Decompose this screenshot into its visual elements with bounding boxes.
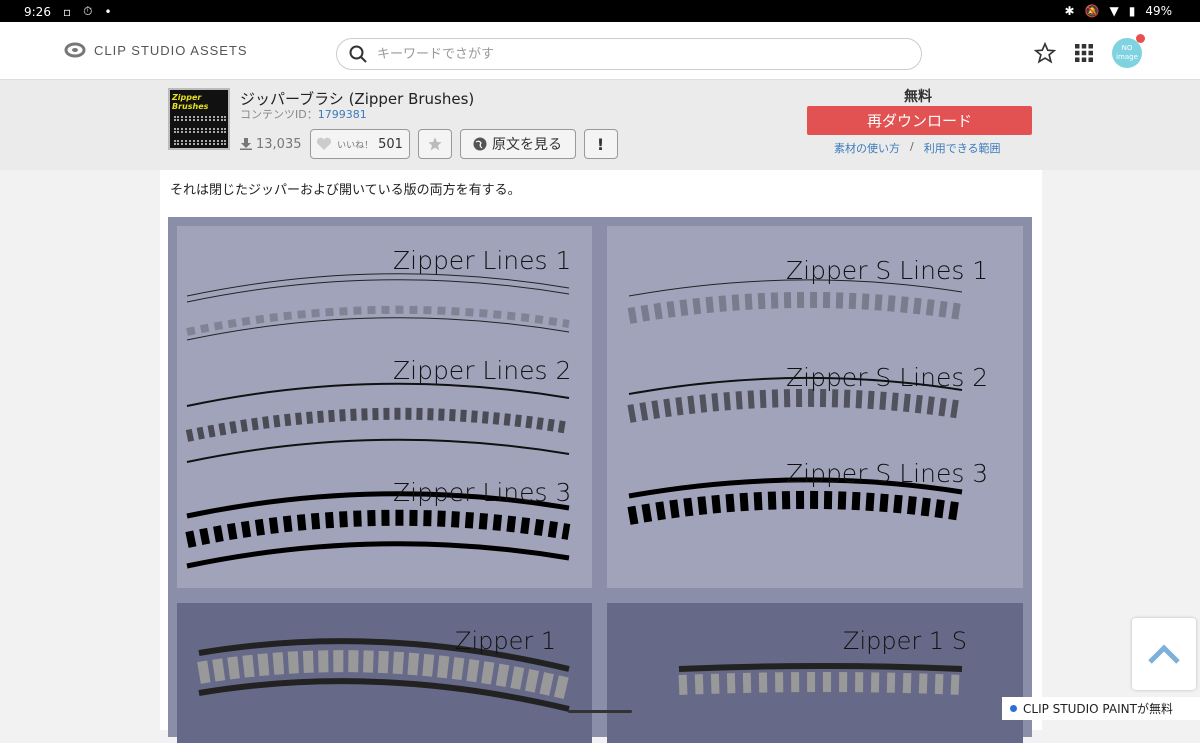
preview-panel-zipper-1: Zipper 1 [177,603,592,743]
gesture-home-bar[interactable] [568,710,632,713]
search-icon [349,45,367,63]
label-zipper-1: Zipper 1 [455,627,557,655]
avatar-subtext: image [1116,53,1138,61]
zipper-line-1 [186,273,570,341]
zipper-1-illustration [197,638,572,712]
mute-icon: 🔕 [1084,4,1100,18]
content-id-label: コンテンツID： [240,108,318,121]
dot-icon: • [104,4,112,19]
zipper-1-s-illustration [678,663,963,695]
promo-text: CLIP STUDIO PAINTが無料 [1023,702,1173,716]
material-thumbnail[interactable]: Zipper Brushes [168,88,230,150]
label-zipper-lines-3: Zipper Lines 3 [393,478,572,507]
wifi-icon: ▼ [1109,4,1119,18]
report-button[interactable]: ! [583,129,618,159]
scroll-to-top-button[interactable] [1132,618,1196,690]
label-zipper-1-s: Zipper 1 S [843,627,967,655]
thumbnail-zipper-stripe [174,116,226,121]
zipper-lines-illustration [185,273,571,569]
price-label: 無料 [904,89,932,105]
avatar-text: NO [1121,44,1133,52]
content-id: コンテンツID：1799381 [240,106,367,122]
promo-dot-icon [1010,705,1017,712]
stopwatch-icon: ⏱ [83,4,93,18]
battery-icon: ▮ [1128,4,1136,18]
status-bar: 9:26 ▫ ⏱ • ✱ 🔕 ▼ ▮ 49% [0,0,1200,22]
report-icon: ! [596,134,605,154]
site-header: CLIP STUDIO ASSETS NO image [0,22,1200,80]
label-zipper-lines-2: Zipper Lines 2 [393,356,572,385]
chevron-up-icon [1148,644,1180,664]
heart-icon [317,137,332,150]
search-box[interactable] [336,38,922,70]
favorite-button[interactable] [417,129,452,159]
link-separator: / [910,140,914,153]
main-content: それは閉じたジッパーおよび開いている版の両方を有する。 Zipper Lines… [160,170,1042,743]
bluetooth-icon: ✱ [1064,4,1075,18]
preview-image: Zipper Lines 1 Zipper Lines 2 Zipper Lin… [168,217,1032,743]
battery-level: 49% [1145,4,1172,18]
download-count: 13,035 [240,137,302,152]
download-icon [240,138,252,150]
star-icon [427,137,442,151]
license-scope-link[interactable]: 利用できる範囲 [924,140,1001,156]
view-original-button[interactable]: 原文を見る [459,129,576,159]
download-count-value: 13,035 [256,136,302,152]
avatar[interactable]: NO image [1112,34,1145,68]
thumbnail-zipper-stripe [174,128,226,133]
site-logo[interactable]: CLIP STUDIO ASSETS [64,42,248,58]
apps-grid-icon[interactable] [1074,43,1094,63]
preview-panel-zipper-lines: Zipper Lines 1 Zipper Lines 2 Zipper Lin… [177,226,592,588]
thumbnail-text: Zipper Brushes [172,93,209,111]
preview-panel-zipper-1-s: Zipper 1 S [607,603,1023,743]
clip-studio-logo-icon [64,42,86,58]
material-description: それは閉じたジッパーおよび開いている版の両方を有する。 [170,183,521,198]
thumbnail-zipper-stripe [174,140,226,145]
notification-icon: ▫ [62,4,72,19]
material-info-bar: Zipper Brushes ジッパーブラシ (Zipper Brushes) … [0,80,1200,170]
status-time: 9:26 [24,4,51,19]
label-zipper-lines-1: Zipper Lines 1 [393,246,572,275]
view-original-label: 原文を見る [492,137,562,153]
label-zipper-s-lines-3: Zipper S Lines 3 [786,459,989,488]
logo-text: CLIP STUDIO ASSETS [94,42,248,58]
usage-link[interactable]: 素材の使い方 [834,140,900,156]
label-zipper-s-lines-2: Zipper S Lines 2 [786,363,989,392]
like-button[interactable]: いいね！ 501 [309,129,410,159]
redownload-button[interactable]: 再ダウンロード [807,106,1032,135]
like-count: 501 [378,136,403,152]
like-label: いいね！ [337,140,374,151]
globe-icon [473,137,487,151]
content-id-value[interactable]: 1799381 [318,108,367,121]
zipper-s-line-1 [627,279,964,324]
star-icon[interactable] [1034,42,1056,64]
search-input[interactable] [377,46,877,62]
zipper-line-2 [185,382,570,463]
label-zipper-s-lines-1: Zipper S Lines 1 [786,256,989,285]
notification-dot [1136,34,1145,43]
preview-panel-zipper-s-lines: Zipper S Lines 1 Zipper S Lines 2 Zipper… [607,226,1023,588]
usage-links: 素材の使い方 / 利用できる範囲 [834,140,1001,156]
promo-banner[interactable]: CLIP STUDIO PAINTが無料 [1002,697,1200,720]
